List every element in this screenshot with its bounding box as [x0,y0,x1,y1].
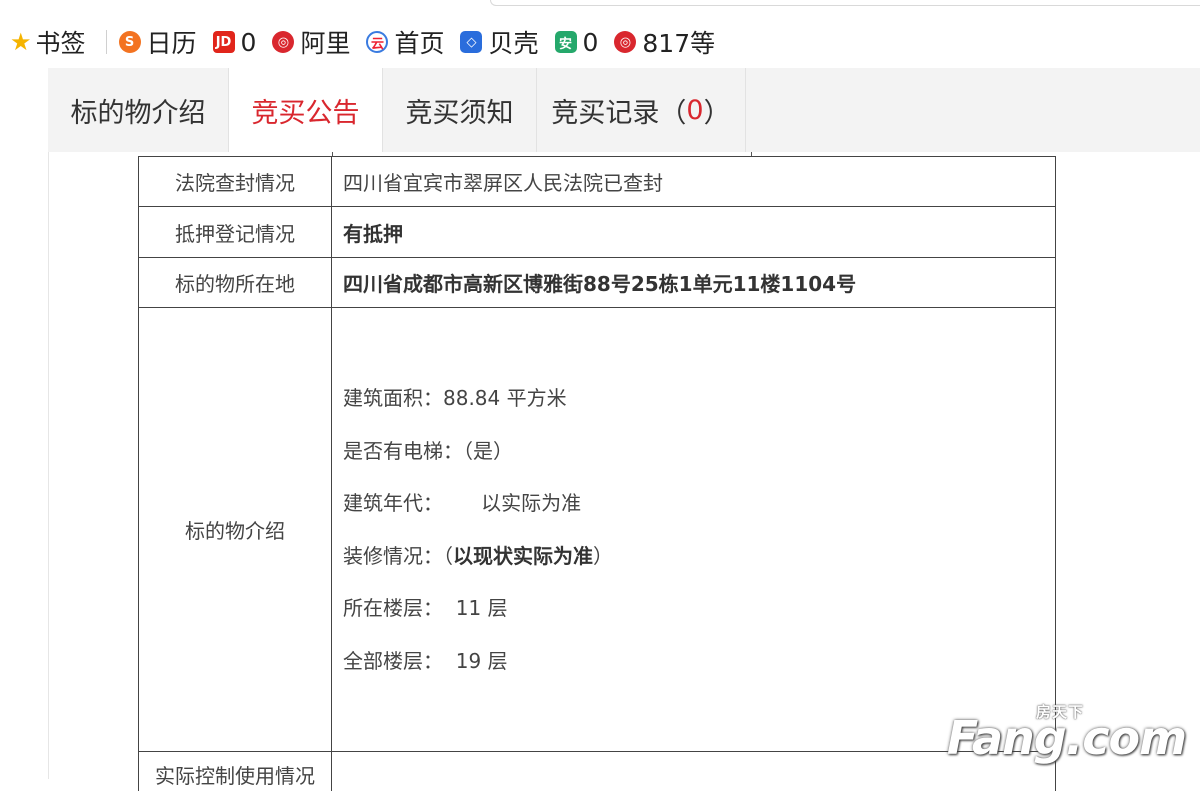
deco-prefix: 装修情况：（ [343,543,453,568]
records-count: 0 [686,94,704,126]
row-label: 抵押登记情况 [139,207,332,257]
table-row-seal: 法院查封情况 四川省宜宾市翠屏区人民法院已查封 [138,156,1056,207]
fang-watermark: 房天下 Fang.com [947,703,1187,765]
star-icon: ★ [10,28,32,56]
watermark-en: Fang.com [946,711,1187,765]
row-label: 标的物介绍 [139,308,332,751]
intro-year: 建筑年代： 以实际为准 [343,491,582,515]
bookmark-item-home[interactable]: 云首页 [366,24,444,60]
table-row-control: 实际控制使用情况 [138,751,1056,791]
bookmark-label: 书签 [35,29,86,58]
auction-tabs: 标的物介绍 竞买公告 竞买须知 竞买记录（0） [48,68,1200,153]
table-row-location: 标的物所在地 四川省成都市高新区博雅街88号25栋1单元11楼1104号 [138,257,1056,308]
bookmark-label: 贝壳 [488,29,539,58]
deco-suffix: ） [593,543,613,568]
bookmark-item-rili[interactable]: S 日历 [118,24,197,60]
tab-count-close: ） [703,97,731,129]
ali-icon: ◎ [272,31,295,53]
bookmark-item-817[interactable]: ◎ 817等 [614,24,715,60]
sogou-icon: S [118,31,141,53]
tab-label: 竞买须知 [405,97,514,129]
ali-817-icon: ◎ [614,31,637,53]
tab-count-open: （ [659,97,687,129]
cloud-home-icon: 云 [366,31,389,53]
an-icon: 安 [554,31,577,53]
bookmark-item-jd[interactable]: JD 0 [212,27,257,57]
bookmark-item-an[interactable]: 安0 [554,27,599,57]
table-row-intro: 标的物介绍 建筑面积：88.84 平方米 是否有电梯：（是） 建筑年代： 以实际… [138,307,1056,752]
bookmarks-separator [105,30,107,54]
table-row-mortgage: 抵押登记情况 有抵押 [138,206,1056,258]
tab-label: 竞买公告 [251,97,360,129]
row-value: 四川省宜宾市翠屏区人民法院已查封 [343,171,663,195]
bookmark-item-beike[interactable]: ◇ 贝壳 [460,24,539,60]
bookmark-label: 阿里 [300,29,351,58]
row-value: 有抵押 [343,221,403,246]
tab-label: 标的物介绍 [70,97,206,129]
row-label: 实际控制使用情况 [139,752,332,791]
deco-value: 以现状实际为准 [453,543,593,568]
row-label: 标的物所在地 [139,258,332,307]
intro-floor: 所在楼层： 11 层 [343,596,508,620]
bookmark-label: 日历 [146,29,197,58]
tab-intro[interactable]: 标的物介绍 [48,68,229,152]
intro-total-floors: 全部楼层： 19 层 [343,648,508,673]
bookmark-label: 817等 [642,29,716,58]
intro-description: 建筑面积：88.84 平方米 是否有电梯：（是） 建筑年代： 以实际为准 装修情… [343,372,613,687]
intro-elevator: 是否有电梯：（是） [343,438,513,463]
tab-label: 竞买记录 [551,97,660,129]
bookmark-item-shuqian[interactable]: 书签 [36,24,86,60]
jd-icon: JD [212,31,235,53]
browser-tab-edge [490,0,1200,6]
row-value: 四川省成都市高新区博雅街88号25栋1单元11楼1104号 [343,272,857,296]
bookmark-label: 0 [240,27,257,57]
bookmark-label: 0 [582,27,599,57]
beike-icon: ◇ [460,31,483,53]
intro-area: 建筑面积：88.84 平方米 [343,386,567,410]
tab-records[interactable]: 竞买记录（0） [537,68,746,152]
browser-top-edge [0,0,1200,6]
row-label: 法院查封情况 [139,157,332,206]
bookmarks-bar: ★ 书签 S 日历 JD 0 ◎ 阿里 云首页 ◇ 贝壳 安0 ◎ 817等 [0,14,1200,70]
tab-notice[interactable]: 竞买公告 [229,68,383,152]
intro-decoration: 装修情况：（以现状实际为准） [343,530,613,583]
bookmark-item-ali[interactable]: ◎ 阿里 [272,24,350,60]
tab-rules[interactable]: 竞买须知 [383,68,537,152]
bookmark-label: 首页 [394,29,445,58]
